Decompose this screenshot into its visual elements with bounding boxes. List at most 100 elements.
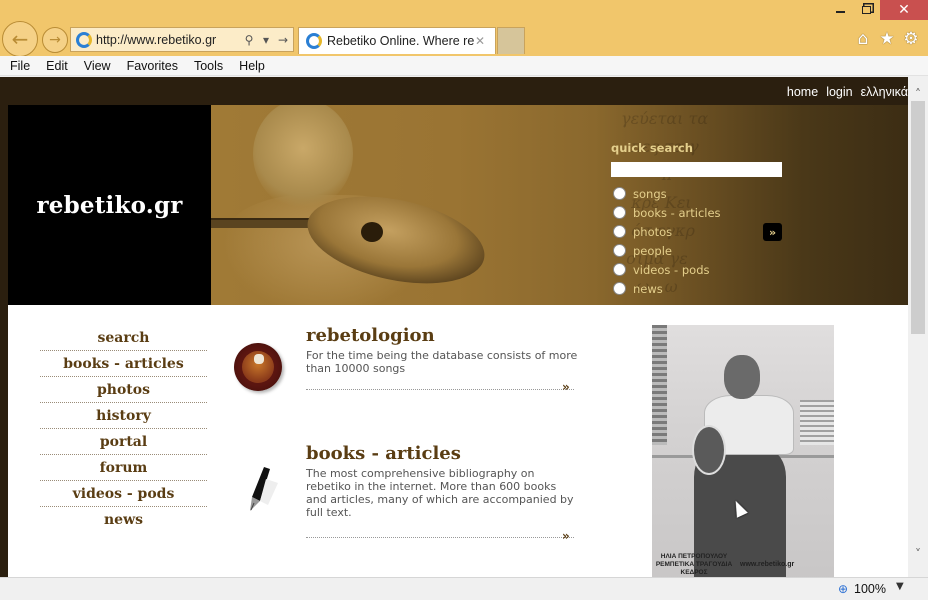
- menu-favorites[interactable]: Favorites: [127, 59, 178, 73]
- feature-body: rebetologion For the time being the data…: [306, 325, 578, 375]
- nav-item-videos-pods[interactable]: videos - pods: [40, 481, 207, 507]
- nav-item-photos[interactable]: photos: [40, 377, 207, 403]
- nav-item-history[interactable]: history: [40, 403, 207, 429]
- site-logo[interactable]: rebetiko.gr: [36, 192, 182, 219]
- qs-option-label: songs: [633, 186, 667, 201]
- qs-option-news[interactable]: news: [611, 279, 791, 298]
- nav-item-books-articles[interactable]: books - articles: [40, 351, 207, 377]
- logo-block[interactable]: rebetiko.gr: [8, 105, 211, 305]
- more-arrow-icon[interactable]: »: [562, 380, 570, 394]
- address-dropdown-icon[interactable]: ▾: [259, 33, 273, 47]
- nav-item-portal[interactable]: portal: [40, 429, 207, 455]
- minimize-icon: [835, 11, 845, 13]
- radio-photos[interactable]: [613, 225, 626, 238]
- double-chevron-right-icon: »: [768, 225, 777, 239]
- zoom-magnifier-icon[interactable]: ⊕: [838, 582, 852, 596]
- scroll-down-icon[interactable]: ˅: [908, 545, 928, 562]
- qs-option-label: videos - pods: [633, 262, 710, 277]
- address-url[interactable]: http://www.rebetiko.gr: [96, 33, 242, 47]
- feature-divider: [306, 537, 574, 538]
- forward-button[interactable]: →: [42, 27, 68, 53]
- site-header: rebetiko.gr γεύεται τα πες τα γ π κρέ Κε…: [8, 105, 908, 305]
- left-nav: search books - articles photos history p…: [40, 325, 207, 533]
- menu-bar: File Edit View Favorites Tools Help: [0, 56, 928, 76]
- fountain-pen-icon[interactable]: [228, 443, 284, 511]
- zoom-dropdown-icon[interactable]: ▼: [896, 581, 904, 592]
- minimize-button[interactable]: [830, 0, 850, 20]
- tab-rebetiko[interactable]: Rebetiko Online. Where reb... ✕: [298, 27, 496, 54]
- feature-description: The most comprehensive bibliography on r…: [306, 467, 574, 519]
- feature-title[interactable]: rebetologion: [306, 325, 578, 347]
- header-banner-image: γεύεται τα πες τα γ π κρέ Κει όσ εγκρ σί…: [211, 105, 908, 305]
- pen-graphic: [250, 467, 278, 511]
- home-icon[interactable]: ⌂: [852, 28, 874, 50]
- nav-item-search[interactable]: search: [40, 325, 207, 351]
- radio-books-articles[interactable]: [613, 206, 626, 219]
- photo-caption-source: ΗΛΙΑ ΠΕΤΡΟΠΟΥΛΟΥ ΡΕΜΠΕΤΙΚΑ ΤΡΑΓΟΥΔΙΑ ΚΕΔ…: [655, 553, 733, 576]
- quick-search: quick search songs books - articles phot…: [611, 141, 791, 298]
- top-links: home login ελληνικά: [787, 85, 908, 99]
- gear-icon[interactable]: ⚙: [900, 28, 922, 50]
- main-content: search books - articles photos history p…: [8, 305, 908, 577]
- address-bar[interactable]: http://www.rebetiko.gr ⚲ ▾ →: [70, 27, 294, 52]
- radio-songs[interactable]: [613, 187, 626, 200]
- new-tab-button[interactable]: [497, 27, 525, 54]
- qs-option-songs[interactable]: songs: [611, 184, 791, 203]
- top-link-greek[interactable]: ελληνικά: [861, 85, 908, 99]
- back-button[interactable]: ←: [2, 21, 38, 57]
- top-link-login[interactable]: login: [826, 85, 852, 99]
- quick-search-input[interactable]: [611, 162, 782, 177]
- scroll-thumb[interactable]: [911, 101, 925, 334]
- qs-option-videos-pods[interactable]: videos - pods: [611, 260, 791, 279]
- nav-item-news[interactable]: news: [40, 507, 207, 533]
- record-disc: [234, 343, 282, 391]
- feature-title[interactable]: books - articles: [306, 443, 578, 465]
- tab-close-icon[interactable]: ✕: [475, 34, 491, 48]
- quick-search-go-button[interactable]: »: [763, 223, 782, 241]
- ie-tab-icon: [306, 33, 322, 49]
- banner-bouzouki-hole: [361, 222, 383, 242]
- menu-edit[interactable]: Edit: [46, 59, 68, 73]
- page-viewport: home login ελληνικά rebetiko.gr γεύεται …: [0, 77, 908, 577]
- qs-option-people[interactable]: people: [611, 241, 791, 260]
- back-arrow-icon: ←: [11, 27, 29, 51]
- radio-people[interactable]: [613, 244, 626, 257]
- quick-search-options: songs books - articles photos people vid…: [611, 184, 791, 298]
- feature-description: For the time being the database consists…: [306, 349, 578, 375]
- menu-file[interactable]: File: [10, 59, 30, 73]
- photo-instrument: [692, 425, 726, 475]
- restore-icon: [861, 6, 871, 14]
- photo-shutter-right: [800, 400, 834, 445]
- go-arrow-icon[interactable]: →: [276, 33, 290, 47]
- banner-bouzouki-neck: [211, 218, 321, 228]
- featured-photo[interactable]: ΗΛΙΑ ΠΕΤΡΟΠΟΥΛΟΥ ΡΕΜΠΕΤΙΚΑ ΤΡΑΓΟΥΔΙΑ ΚΕΔ…: [652, 325, 834, 577]
- menu-help[interactable]: Help: [239, 59, 265, 73]
- favorites-star-icon[interactable]: ★: [876, 28, 898, 50]
- radio-videos-pods[interactable]: [613, 263, 626, 276]
- qs-option-label: news: [633, 281, 663, 296]
- top-link-home[interactable]: home: [787, 85, 818, 99]
- zoom-level[interactable]: 100%: [854, 582, 886, 596]
- tab-title: Rebetiko Online. Where reb...: [327, 34, 475, 48]
- radio-news[interactable]: [613, 282, 626, 295]
- menu-view[interactable]: View: [84, 59, 111, 73]
- close-window-button[interactable]: ✕: [880, 0, 928, 20]
- vertical-scrollbar[interactable]: ˄ ˅: [908, 77, 928, 577]
- quick-search-title: quick search: [611, 141, 693, 155]
- maximize-button[interactable]: [856, 0, 876, 20]
- qs-option-label: books - articles: [633, 205, 721, 220]
- photo-caption-site: www.rebetiko.gr: [740, 561, 795, 568]
- ie-page-icon: [76, 31, 92, 48]
- gramophone-record-icon[interactable]: [228, 325, 284, 391]
- menu-tools[interactable]: Tools: [194, 59, 223, 73]
- feature-body: books - articles The most comprehensive …: [306, 443, 578, 519]
- banner-child-head: [253, 105, 353, 209]
- qs-option-books-articles[interactable]: books - articles: [611, 203, 791, 222]
- qs-option-label: photos: [633, 224, 673, 239]
- search-icon[interactable]: ⚲: [242, 33, 256, 47]
- more-arrow-icon[interactable]: »: [562, 529, 570, 543]
- scroll-up-icon[interactable]: ˄: [908, 85, 928, 102]
- feature-divider: [306, 389, 574, 390]
- nav-item-forum[interactable]: forum: [40, 455, 207, 481]
- photo-musician-head: [724, 355, 760, 399]
